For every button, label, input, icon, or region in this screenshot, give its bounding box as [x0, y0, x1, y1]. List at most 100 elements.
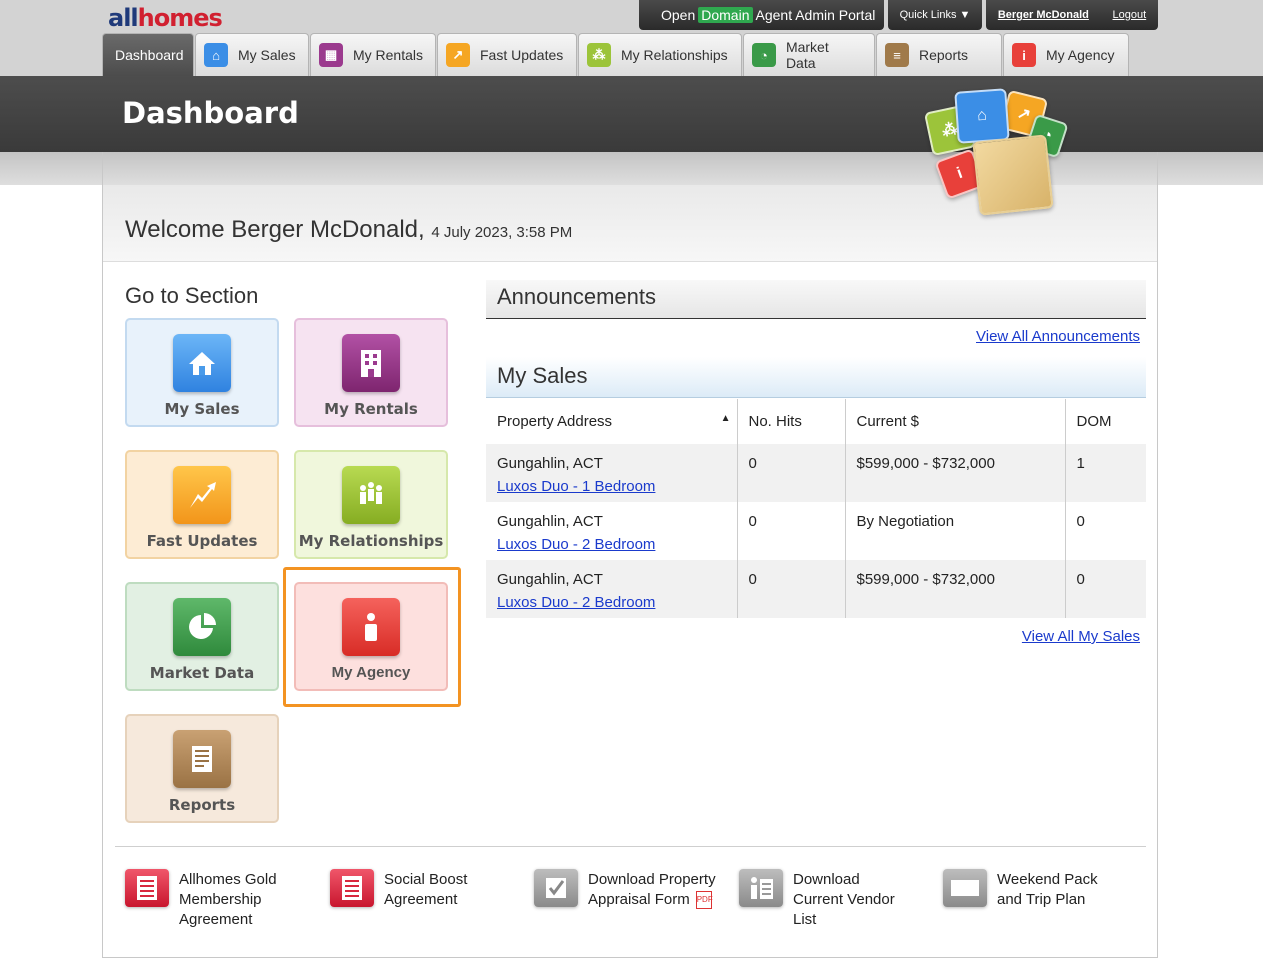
- announcements-title: Announcements: [497, 284, 656, 309]
- building-icon: [342, 334, 400, 392]
- tile-fast-updates[interactable]: Fast Updates: [125, 450, 279, 559]
- folder-artwork: ⁂ i ↗ ◔ ⌂: [918, 82, 1078, 252]
- tab-dashboard[interactable]: Dashboard: [102, 33, 194, 76]
- download-weekend-pack[interactable]: Weekend Pack and Trip Plan: [943, 869, 1117, 910]
- document-icon: [173, 730, 231, 788]
- tile-my-sales[interactable]: My Sales: [125, 318, 279, 427]
- tile-label: Reports: [168, 796, 236, 814]
- download-gold-membership[interactable]: Allhomes Gold Membership Agreement: [125, 869, 299, 930]
- tile-label: My Rentals: [324, 400, 418, 418]
- column-header-current-price[interactable]: Current $: [845, 399, 1066, 444]
- house-icon: ⌂: [954, 88, 1010, 144]
- sat-sign-icon: [943, 869, 987, 907]
- view-all-my-sales-link[interactable]: View All My Sales: [1022, 628, 1140, 645]
- tab-my-agency[interactable]: i My Agency: [1003, 33, 1129, 76]
- tile-label: My Sales: [164, 400, 240, 418]
- property-link[interactable]: Luxos Duo - 1 Bedroom: [497, 478, 655, 495]
- document-icon: [125, 869, 169, 907]
- portal-open-text: Open: [661, 7, 696, 23]
- document-icon: ≡: [885, 43, 909, 67]
- column-header-property-address[interactable]: Property Address ▲: [486, 399, 738, 444]
- tab-my-relationships[interactable]: ⁂ My Relationships: [578, 33, 742, 76]
- hits-cell: 0: [737, 502, 846, 560]
- pie-chart-icon: ◔: [752, 43, 776, 67]
- domain-badge: Domain: [698, 7, 753, 23]
- tab-label: Dashboard: [115, 47, 184, 63]
- page-title: Dashboard: [122, 96, 299, 130]
- pdf-icon: PDF: [695, 891, 713, 910]
- sort-ascending-icon: ▲: [720, 413, 731, 424]
- user-name-link[interactable]: Berger McDonald: [998, 9, 1089, 21]
- my-sales-table: Property Address ▲ No. Hits Current $ DOM…: [486, 399, 1146, 618]
- tab-my-sales[interactable]: ⌂ My Sales: [195, 33, 309, 76]
- tab-reports[interactable]: ≡ Reports: [876, 33, 1002, 76]
- tile-my-relationships[interactable]: My Relationships: [294, 450, 448, 559]
- table-row: Gungahlin, ACT Luxos Duo - 2 Bedroom 0 By…: [486, 502, 1146, 560]
- arrow-up-icon: [173, 466, 231, 524]
- announcements-header: Announcements: [486, 280, 1146, 319]
- tab-label: My Relationships: [621, 47, 728, 63]
- allhomes-logo[interactable]: allhomes: [108, 4, 223, 32]
- tile-my-rentals[interactable]: My Rentals: [294, 318, 448, 427]
- hits-cell: 0: [737, 560, 846, 618]
- tab-market-data[interactable]: ◔ Market Data: [743, 33, 875, 76]
- address-cell: Gungahlin, ACT Luxos Duo - 2 Bedroom: [486, 560, 738, 618]
- download-social-boost[interactable]: Social Boost Agreement: [330, 869, 504, 910]
- welcome-text: Welcome Berger McDonald,: [125, 216, 425, 243]
- column-header-hits[interactable]: No. Hits: [737, 399, 846, 444]
- user-bar: Berger McDonald Logout: [986, 0, 1158, 30]
- tile-reports[interactable]: Reports: [125, 714, 279, 823]
- download-vendor-list[interactable]: Download Current Vendor List: [739, 869, 913, 930]
- portal-label: Agent Admin Portal: [755, 7, 876, 23]
- download-label: Social Boost Agreement: [384, 871, 468, 908]
- logout-link[interactable]: Logout: [1113, 9, 1147, 21]
- footer-divider: [115, 846, 1146, 847]
- hits-cell: 0: [737, 444, 846, 502]
- my-sales-title: My Sales: [497, 363, 588, 388]
- info-icon: i: [1012, 43, 1036, 67]
- suburb-text: Gungahlin, ACT: [497, 571, 603, 588]
- main-tabs: Dashboard ⌂ My Sales ▦ My Rentals ↗ Fast Up…: [102, 33, 1130, 76]
- property-link[interactable]: Luxos Duo - 2 Bedroom: [497, 536, 655, 553]
- dom-cell: 0: [1076, 513, 1085, 530]
- quick-links-button[interactable]: Quick Links ▼: [888, 0, 982, 30]
- table-row: Gungahlin, ACT Luxos Duo - 1 Bedroom 0 $5…: [486, 444, 1146, 502]
- tile-market-data[interactable]: Market Data: [125, 582, 279, 691]
- view-all-announcements-link[interactable]: View All Announcements: [976, 328, 1140, 345]
- people-icon: [342, 466, 400, 524]
- house-icon: [173, 334, 231, 392]
- tab-label: Reports: [919, 47, 969, 63]
- document-icon: [330, 869, 374, 907]
- property-link[interactable]: Luxos Duo - 2 Bedroom: [497, 594, 655, 611]
- tab-fast-updates[interactable]: ↗ Fast Updates: [437, 33, 577, 76]
- tile-label: Fast Updates: [146, 532, 258, 550]
- tab-label: My Agency: [1046, 47, 1115, 63]
- dom-cell: 0: [1065, 560, 1146, 618]
- portal-link[interactable]: Open Domain Agent Admin Portal: [639, 0, 884, 30]
- suburb-text: Gungahlin, ACT: [497, 513, 603, 530]
- download-appraisal-form[interactable]: Download Property Appraisal Form PDF: [534, 869, 728, 910]
- suburb-text: Gungahlin, ACT: [497, 455, 603, 472]
- building-icon: ▦: [319, 43, 343, 67]
- quick-links-label: Quick Links ▼: [899, 9, 971, 21]
- tile-label: My Relationships: [298, 532, 444, 550]
- welcome-message: Welcome Berger McDonald, 4 July 2023, 3:…: [125, 216, 572, 244]
- my-sales-header: My Sales: [486, 357, 1146, 398]
- people-icon: ⁂: [587, 43, 611, 67]
- go-to-section-title: Go to Section: [125, 283, 259, 308]
- welcome-date: 4 July 2023, 3:58 PM: [431, 224, 573, 241]
- address-cell: Gungahlin, ACT Luxos Duo - 2 Bedroom: [486, 502, 738, 560]
- column-header-dom[interactable]: DOM: [1065, 399, 1146, 444]
- download-label: Weekend Pack and Trip Plan: [997, 871, 1098, 908]
- tab-my-rentals[interactable]: ▦ My Rentals: [310, 33, 436, 76]
- table-row: Gungahlin, ACT Luxos Duo - 2 Bedroom 0 $5…: [486, 560, 1146, 618]
- download-label: Allhomes Gold Membership Agreement: [179, 871, 277, 928]
- person-list-icon: [739, 869, 783, 907]
- tab-label: My Rentals: [352, 47, 424, 63]
- column-label: Property Address: [497, 413, 613, 430]
- pie-chart-icon: [173, 598, 231, 656]
- house-icon: ⌂: [204, 43, 228, 67]
- address-cell: Gungahlin, ACT Luxos Duo - 1 Bedroom: [486, 444, 738, 502]
- arrow-up-icon: ↗: [446, 43, 470, 67]
- selection-highlight: [283, 567, 461, 707]
